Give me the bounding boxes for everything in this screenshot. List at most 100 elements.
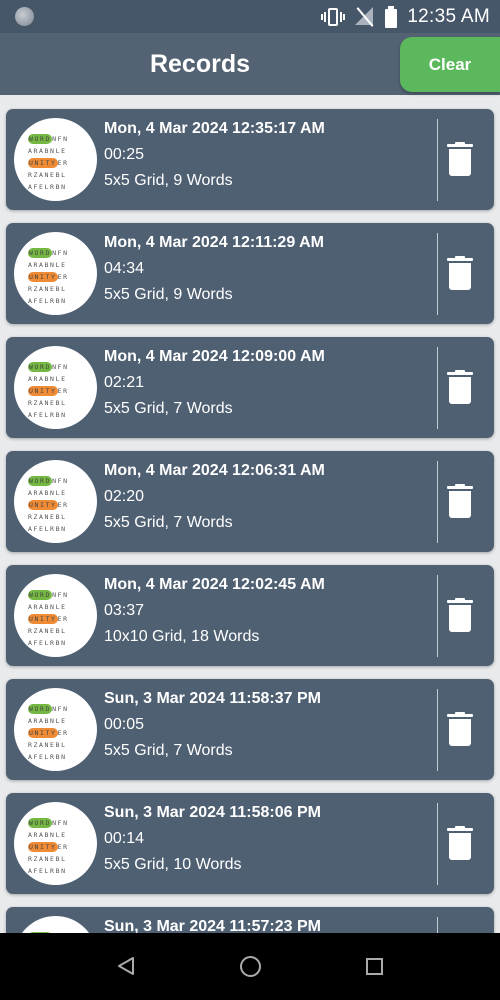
grid-letters: ER: [57, 501, 69, 509]
record-card[interactable]: WORDNFN ARABNLE UNITYER RZANEBL AFELRBN Mon, …: [6, 223, 494, 324]
divider: [437, 461, 438, 543]
thumbnail-row: AFELRBN: [28, 866, 67, 876]
record-date: Sun, 3 Mar 2024 11:58:37 PM: [104, 690, 321, 707]
thumbnail-row: WORDNFN: [28, 704, 69, 714]
trash-icon[interactable]: [447, 370, 473, 404]
divider: [437, 917, 438, 933]
status-icons: 12:35 AM: [321, 0, 490, 33]
grid-letters: NFN: [52, 591, 69, 599]
status-bar: 12:35 AM: [0, 0, 500, 33]
record-card[interactable]: WORDNFN ARABNLE UNITYER RZANEBL AFELRBN Mon, …: [6, 565, 494, 666]
record-grid-info: 5x5 Grid, 7 Words: [104, 742, 233, 759]
thumbnail-row: AFELRBN: [28, 296, 67, 306]
grid-letters: RZANEBL: [28, 171, 67, 179]
grid-letters: ER: [57, 615, 69, 623]
thumbnail-row: RZANEBL: [28, 398, 67, 408]
grid-letters: ER: [57, 159, 69, 167]
divider: [437, 803, 438, 885]
record-card[interactable]: WORDNFN ARABNLE UNITYER RZANEBL AFELRBN Mon, …: [6, 109, 494, 210]
record-duration: 00:25: [104, 146, 145, 163]
word-grid-thumbnail: WORDNFN ARABNLE UNITYER RZANEBL AFELRBN: [14, 460, 97, 543]
trash-icon[interactable]: [447, 484, 473, 518]
grid-letters: RZANEBL: [28, 513, 67, 521]
divider: [437, 689, 438, 771]
word-grid-thumbnail: WORDNFNARABNLEUNITYERRZANEBLAFELRBN: [14, 118, 97, 201]
record-grid-info: 10x10 Grid, 18 Words: [104, 628, 260, 645]
divider: [437, 347, 438, 429]
grid-letters: NFN: [52, 705, 69, 713]
record-grid-info: 5x5 Grid, 9 Words: [104, 172, 233, 189]
highlighted-word: UNITY: [28, 386, 58, 396]
recents-icon[interactable]: [366, 958, 383, 975]
highlighted-word: WORD: [28, 476, 53, 486]
grid-letters: NFN: [52, 363, 69, 371]
trash-icon[interactable]: [447, 142, 473, 176]
thumbnail-row: RZANEBL: [28, 854, 67, 864]
record-card[interactable]: WORDNFN ARABNLE UNITYER RZANEBL AFELRBN Mon, …: [6, 451, 494, 552]
highlighted-word: UNITY: [28, 158, 58, 168]
grid-letters: AFELRBN: [28, 753, 67, 761]
thumbnail-row: AFELRBN: [28, 182, 67, 192]
grid-letters: NFN: [52, 249, 69, 257]
grid-letters: ARABNLE: [28, 603, 67, 611]
grid-letters: ARABNLE: [28, 375, 67, 383]
record-grid-info: 5x5 Grid, 9 Words: [104, 286, 233, 303]
grid-letters: ARABNLE: [28, 489, 67, 497]
grid-letters: RZANEBL: [28, 627, 67, 635]
word-grid-thumbnail: WORDNFNARABNLEUNITYERRZANEBLAFELRBN: [14, 232, 97, 315]
word-grid-thumbnail: WORDNFNARABNLEUNITYERRZANEBLAFELRBN: [14, 802, 97, 885]
highlighted-word: WORD: [28, 704, 53, 714]
thumbnail-row: RZANEBL: [28, 512, 67, 522]
battery-icon: [385, 5, 398, 28]
home-icon[interactable]: [240, 956, 261, 977]
grid-letters: AFELRBN: [28, 867, 67, 875]
grid-letters: RZANEBL: [28, 285, 67, 293]
thumbnail-row: AFELRBN: [28, 752, 67, 762]
notification-dot-icon: [15, 7, 34, 26]
highlighted-word: WORD: [28, 134, 53, 144]
divider: [437, 233, 438, 315]
grid-letters: ARABNLE: [28, 831, 67, 839]
grid-letters: AFELRBN: [28, 525, 67, 533]
trash-icon[interactable]: [447, 712, 473, 746]
grid-letters: RZANEBL: [28, 399, 67, 407]
thumbnail-row: ARABNLE: [28, 260, 67, 270]
grid-letters: ARABNLE: [28, 261, 67, 269]
back-icon[interactable]: [117, 956, 135, 976]
clear-button[interactable]: Clear: [400, 37, 500, 92]
record-card[interactable]: WORDNFNARABNLEUNITYERRZANEBLAFELRBN Sun, …: [6, 907, 494, 933]
thumbnail-row: ARABNLE: [28, 830, 67, 840]
thumbnail-row: AFELRBN: [28, 638, 67, 648]
grid-letters: NFN: [52, 819, 69, 827]
thumbnail-row: ARABNLE: [28, 146, 67, 156]
thumbnail-row: AFELRBN: [28, 410, 67, 420]
record-card[interactable]: WORDNFNARABNLEUNITYERRZANEBLAFELRBNSun, …: [6, 793, 494, 894]
word-grid-thumbnail: WORDNFNARABNLEUNITYERRZANEBLAFELRBN: [14, 346, 97, 429]
record-duration: 02:20: [104, 488, 145, 505]
highlighted-word: UNITY: [28, 500, 58, 510]
record-duration: 02:21: [104, 374, 145, 391]
record-card[interactable]: WORDNFNARABNLEUNITYERRZANEBLAFELRBNSun, …: [6, 679, 494, 780]
highlighted-word: UNITY: [28, 728, 58, 738]
records-list[interactable]: WORDNFN ARABNLE UNITYER RZANEBL AFELRBN Mon, …: [0, 95, 500, 933]
trash-icon[interactable]: [447, 826, 473, 860]
thumbnail-row: ARABNLE: [28, 602, 67, 612]
highlighted-word: WORD: [28, 590, 53, 600]
record-duration: 00:05: [104, 716, 145, 733]
record-card[interactable]: WORDNFN ARABNLE UNITYER RZANEBL AFELRBN Mon, …: [6, 337, 494, 438]
grid-letters: AFELRBN: [28, 183, 67, 191]
thumbnail-row: RZANEBL: [28, 170, 67, 180]
grid-letters: ER: [57, 273, 69, 281]
highlighted-word: UNITY: [28, 614, 58, 624]
trash-icon[interactable]: [447, 598, 473, 632]
thumbnail-row: RZANEBL: [28, 626, 67, 636]
record-date: Sun, 3 Mar 2024 11:57:23 PM: [104, 918, 321, 933]
thumbnail-row: WORDNFN: [28, 248, 69, 258]
highlighted-word: WORD: [28, 818, 53, 828]
thumbnail-row: WORDNFN: [28, 476, 69, 486]
word-grid-thumbnail: WORDNFNARABNLEUNITYERRZANEBLAFELRBN: [14, 916, 97, 933]
trash-icon[interactable]: [447, 256, 473, 290]
record-date: Mon, 4 Mar 2024 12:09:00 AM: [104, 348, 325, 365]
grid-letters: ARABNLE: [28, 717, 67, 725]
thumbnail-row: AFELRBN: [28, 524, 67, 534]
